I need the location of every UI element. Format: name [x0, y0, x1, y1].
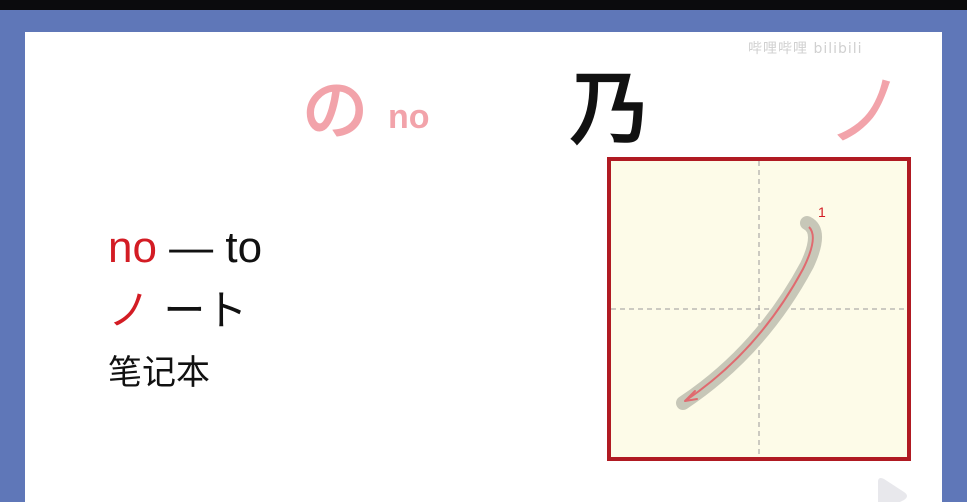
hiragana-character: の — [302, 72, 368, 149]
play-icon[interactable] — [870, 476, 910, 502]
vocab-romaji-rest: — to — [156, 223, 263, 272]
stroke-diagram: 1 — [611, 161, 907, 457]
vocab-romaji-highlight: no — [108, 223, 157, 272]
romaji-label: no — [388, 98, 430, 136]
stroke-order-grid: 1 — [607, 157, 911, 461]
play-icon-shape — [878, 478, 907, 502]
katakana-character: ノ — [826, 65, 906, 158]
origin-kanji: 乃 — [570, 63, 650, 156]
vocab-romaji: no — to — [108, 226, 262, 270]
vocab-kana-highlight: ノ — [108, 286, 151, 335]
stroke-number-label: 1 — [818, 204, 826, 220]
vocab-katakana: ノ ート — [108, 290, 247, 332]
stroke-direction-line — [684, 226, 814, 402]
vocab-kana-rest: ート — [150, 286, 248, 335]
watermark-logo: 哔哩哔哩 bilibili — [748, 41, 863, 57]
katakana-stroke-shadow — [676, 216, 822, 410]
vocab-meaning: 笔记本 — [108, 353, 210, 393]
